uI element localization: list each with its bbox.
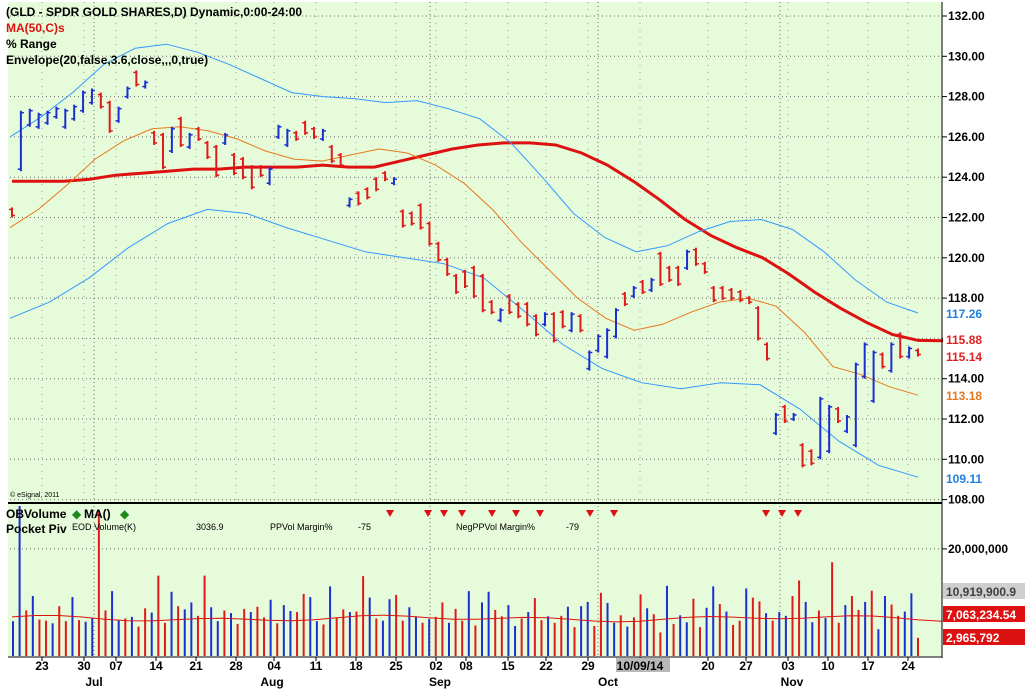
x-tick-label: 02 bbox=[429, 659, 443, 673]
chart-frame: 132.00 130.00 128.00 126.00 124.00 122.00 120.… bbox=[0, 0, 1030, 698]
price-tick-label: 118.00 bbox=[948, 291, 984, 305]
ppvol-label: PPVol Margin% bbox=[270, 522, 333, 532]
price-tick-label: 128.00 bbox=[948, 90, 985, 104]
x-tick-label: 10/09/14 bbox=[617, 659, 664, 673]
copyright: © eSignal, 2011 bbox=[10, 491, 60, 499]
x-tick-label: 22 bbox=[539, 659, 553, 673]
x-tick-label: 04 bbox=[267, 659, 281, 673]
x-tick-label: 08 bbox=[459, 659, 473, 673]
x-tick-label: 28 bbox=[229, 659, 243, 673]
price-tick-label: 124.00 bbox=[948, 170, 985, 184]
x-tick-label: 07 bbox=[109, 659, 123, 673]
price-tick-label: 126.00 bbox=[948, 130, 985, 144]
green-diamond-2: ◆ bbox=[120, 507, 130, 521]
eod-label: EOD Volume(K) bbox=[72, 522, 136, 532]
volume-label: 7,063,234.54 bbox=[946, 608, 1016, 622]
x-month-label: Nov bbox=[781, 675, 804, 689]
price-label: 115.88 bbox=[946, 333, 982, 347]
x-tick-label: 23 bbox=[35, 659, 49, 673]
obv-label: OBVolume bbox=[6, 507, 67, 521]
obv-ma-label: MA() bbox=[84, 507, 111, 521]
price-label: 109.11 bbox=[946, 472, 982, 486]
x-month-label: Oct bbox=[598, 675, 618, 689]
x-tick-label: 27 bbox=[739, 659, 753, 673]
pocket-label: Pocket Piv bbox=[6, 522, 67, 536]
range-label: % Range bbox=[6, 37, 57, 51]
x-tick-label: 25 bbox=[389, 659, 403, 673]
price-tick-label: 108.00 bbox=[948, 493, 985, 507]
price-tick-label: 114.00 bbox=[948, 372, 984, 386]
x-tick-label: 03 bbox=[781, 659, 795, 673]
volume-tick-label: 20,000,000 bbox=[948, 542, 1008, 556]
price-plot-bg bbox=[8, 2, 942, 502]
price-tick-label: 110.00 bbox=[948, 452, 984, 466]
chart-title: (GLD - SPDR GOLD SHARES,D) Dynamic,0:00-… bbox=[6, 5, 302, 19]
price-label: 117.26 bbox=[946, 307, 982, 321]
envelope-label: Envelope(20,false,3.6,close,,,0,true) bbox=[6, 53, 208, 67]
eod-value: 3036.9 bbox=[196, 522, 224, 532]
x-tick-label: 20 bbox=[701, 659, 715, 673]
negppvol-value: -79 bbox=[566, 522, 579, 532]
x-tick-label: 29 bbox=[581, 659, 595, 673]
x-tick-label: 15 bbox=[501, 659, 515, 673]
price-tick-label: 130.00 bbox=[948, 49, 985, 63]
price-tick-label: 132.00 bbox=[948, 9, 985, 23]
x-tick-label: 24 bbox=[901, 659, 915, 673]
x-month-label: Aug bbox=[260, 675, 283, 689]
price-label: 113.18 bbox=[946, 389, 982, 403]
chart-svg: 132.00 130.00 128.00 126.00 124.00 122.00 120.… bbox=[0, 0, 1030, 698]
price-label: 115.14 bbox=[946, 350, 982, 364]
ma-label: MA(50,C)s bbox=[6, 21, 65, 35]
x-tick-label: 11 bbox=[310, 659, 323, 673]
negppvol-label: NegPPVol Margin% bbox=[456, 522, 535, 532]
x-tick-label: 17 bbox=[861, 659, 875, 673]
x-month-label: Jul bbox=[85, 675, 102, 689]
x-month-label: Sep bbox=[429, 675, 451, 689]
x-tick-label: 14 bbox=[149, 659, 163, 673]
x-tick-label: 30 bbox=[77, 659, 91, 673]
volume-label: 10,919,900.9 bbox=[946, 585, 1016, 599]
price-tick-label: 122.00 bbox=[948, 211, 985, 225]
price-tick-label: 112.00 bbox=[948, 412, 984, 426]
volume-label: 2,965,792 bbox=[946, 631, 1000, 645]
price-tick-label: 120.00 bbox=[948, 251, 985, 265]
x-tick-label: 10 bbox=[821, 659, 835, 673]
x-tick-label: 21 bbox=[189, 659, 203, 673]
ppvol-value: -75 bbox=[358, 522, 371, 532]
green-diamond: ◆ bbox=[72, 507, 82, 521]
x-tick-label: 18 bbox=[349, 659, 363, 673]
